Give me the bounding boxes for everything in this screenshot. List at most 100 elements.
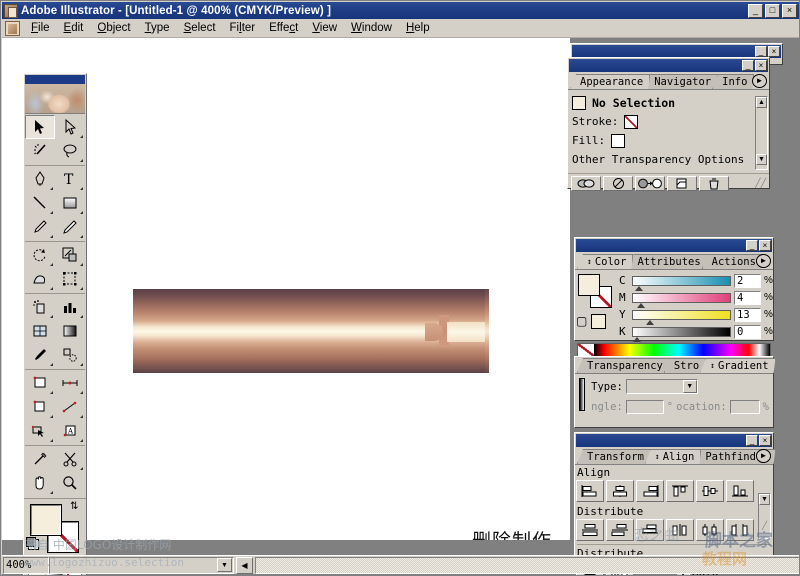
tab-stroke[interactable]: Stro — [664, 358, 706, 373]
horizontal-align-center-button[interactable] — [606, 480, 634, 502]
swap-fill-stroke-icon[interactable]: ⇅ — [70, 502, 80, 512]
color-close-button[interactable]: × — [759, 240, 771, 251]
hand-tool[interactable] — [25, 471, 55, 495]
tab-appearance[interactable]: Appearance — [570, 74, 650, 89]
tab-align[interactable]: ↕Align — [645, 449, 701, 464]
align-close-button[interactable]: × — [759, 435, 771, 446]
slice-tool[interactable] — [25, 371, 55, 395]
left-arrow-icon[interactable]: ◀ — [236, 557, 253, 574]
blend-tool[interactable] — [55, 343, 85, 367]
measure-tool[interactable] — [55, 371, 85, 395]
horizontal-distribute-center-button[interactable] — [696, 519, 724, 541]
appearance-resize-grip[interactable]: ╱╱ — [755, 178, 766, 189]
horizontal-align-left-button[interactable] — [576, 480, 604, 502]
channel-c-thumb[interactable] — [635, 286, 643, 291]
reduce-to-basic-appearance-button[interactable] — [635, 176, 665, 191]
spectrum-ramp[interactable] — [594, 344, 770, 356]
channel-c-value[interactable]: 2 — [734, 274, 761, 288]
horizontal-align-right-button[interactable] — [636, 480, 664, 502]
channel-m-slider[interactable] — [632, 293, 731, 303]
channel-k-thumb[interactable] — [633, 337, 641, 342]
palette-minimize-button[interactable]: _ — [755, 46, 767, 57]
cylinder-gradient-shape[interactable] — [133, 289, 489, 373]
appearance-transparency-row[interactable]: Other Transparency Options — [572, 150, 753, 169]
duplicate-selected-item-button[interactable] — [667, 176, 697, 191]
zoom-level-field[interactable]: 400% — [3, 557, 49, 574]
selection-tool[interactable] — [25, 115, 55, 139]
pen-tool[interactable] — [25, 167, 55, 191]
menu-item-filter[interactable]: Filter — [223, 20, 263, 36]
mesh-tool[interactable] — [25, 319, 55, 343]
align-palette-menu-icon[interactable]: ► — [756, 449, 771, 463]
toolbox-title-grip[interactable] — [25, 75, 85, 84]
vertical-align-bottom-button[interactable] — [726, 480, 754, 502]
page-tool[interactable] — [25, 395, 55, 419]
menu-item-view[interactable]: View — [305, 20, 344, 36]
tab-actions[interactable]: Actions — [702, 254, 763, 269]
color-minimize-button[interactable]: _ — [746, 240, 758, 251]
align-minimize-button[interactable]: _ — [746, 435, 758, 446]
magic-wand-tool[interactable] — [25, 139, 55, 163]
color-title-bar[interactable]: _ × — [576, 239, 772, 252]
scale-tool[interactable] — [55, 243, 85, 267]
delete-selected-item-button[interactable] — [699, 176, 729, 191]
symbol-screen-tool[interactable] — [25, 419, 55, 443]
direct-selection-tool[interactable] — [55, 115, 85, 139]
align-scroll-down-arrow[interactable]: ▼ — [759, 494, 770, 505]
document-icon[interactable] — [5, 21, 20, 36]
gradient-tool[interactable] — [55, 319, 85, 343]
chevron-down-icon[interactable]: ▼ — [683, 380, 697, 393]
rotate-tool[interactable] — [25, 243, 55, 267]
fill-swatch[interactable] — [31, 505, 61, 535]
warp-tool[interactable] — [25, 267, 55, 291]
channel-y-value[interactable]: 13 — [734, 308, 761, 322]
symbol-sprayer-tool[interactable] — [25, 295, 55, 319]
appearance-title-bar[interactable]: _ × — [569, 59, 768, 72]
horizontal-scrollbar[interactable] — [255, 557, 800, 574]
zoom-tool[interactable] — [55, 471, 85, 495]
vertical-align-top-button[interactable] — [666, 480, 694, 502]
scissors-tool[interactable] — [55, 447, 85, 471]
color-palette-menu-icon[interactable]: ► — [756, 254, 771, 268]
column-graph-tool[interactable] — [55, 295, 85, 319]
gradient-preview-swatch[interactable] — [579, 378, 585, 411]
knife-tool[interactable] — [25, 447, 55, 471]
align-title-bar[interactable]: _ × — [576, 434, 772, 447]
spectrum-none-swatch[interactable] — [578, 344, 594, 356]
appearance-scroll-up-arrow[interactable]: ▲ — [756, 97, 767, 108]
menu-item-type[interactable]: Type — [138, 20, 177, 36]
menu-item-select[interactable]: Select — [177, 20, 223, 36]
appearance-scroll-down-arrow[interactable]: ▼ — [756, 154, 767, 165]
chevron-down-icon[interactable]: ▼ — [217, 558, 232, 572]
maximize-button[interactable]: □ — [765, 4, 780, 18]
vertical-distribute-top-button[interactable] — [576, 519, 604, 541]
appearance-fill-swatch[interactable] — [611, 134, 625, 148]
gradient-type-select[interactable]: ▼ — [626, 379, 698, 394]
menu-item-edit[interactable]: Edit — [57, 20, 91, 36]
appearance-scrollbar[interactable]: ▲ ▼ — [755, 96, 768, 170]
clear-appearance-button[interactable] — [603, 176, 633, 191]
rectangle-tool[interactable] — [55, 191, 85, 215]
document-canvas[interactable]: 删除制作 — [2, 38, 570, 540]
close-button[interactable]: × — [782, 4, 797, 18]
horizontal-distribute-left-button[interactable] — [666, 519, 694, 541]
lasso-tool[interactable] — [55, 139, 85, 163]
channel-y-slider[interactable] — [632, 310, 731, 320]
menu-item-help[interactable]: Help — [399, 20, 437, 36]
appearance-fill-row[interactable]: Fill: — [572, 131, 753, 150]
vertical-distribute-center-button[interactable] — [606, 519, 634, 541]
appearance-palette-menu-icon[interactable]: ► — [752, 74, 767, 88]
gradient-location-input[interactable] — [730, 400, 760, 414]
gradient-angle-input[interactable] — [626, 400, 664, 414]
menu-item-effect[interactable]: Effect — [262, 20, 305, 36]
area-type-tool[interactable]: A — [55, 419, 85, 443]
tab-color[interactable]: ↕Color — [577, 254, 633, 269]
channel-m-value[interactable]: 4 — [734, 291, 761, 305]
vertical-align-center-button[interactable] — [696, 480, 724, 502]
menu-item-window[interactable]: Window — [344, 20, 399, 36]
status-text-field[interactable]: ▼ — [49, 557, 234, 574]
appearance-close-button[interactable]: × — [755, 60, 767, 71]
tab-transparency[interactable]: Transparency — [577, 358, 670, 373]
align-scroll-area[interactable]: ▼ ╱ — [758, 493, 771, 539]
out-of-gamut-icon[interactable]: ▢ — [576, 314, 587, 328]
